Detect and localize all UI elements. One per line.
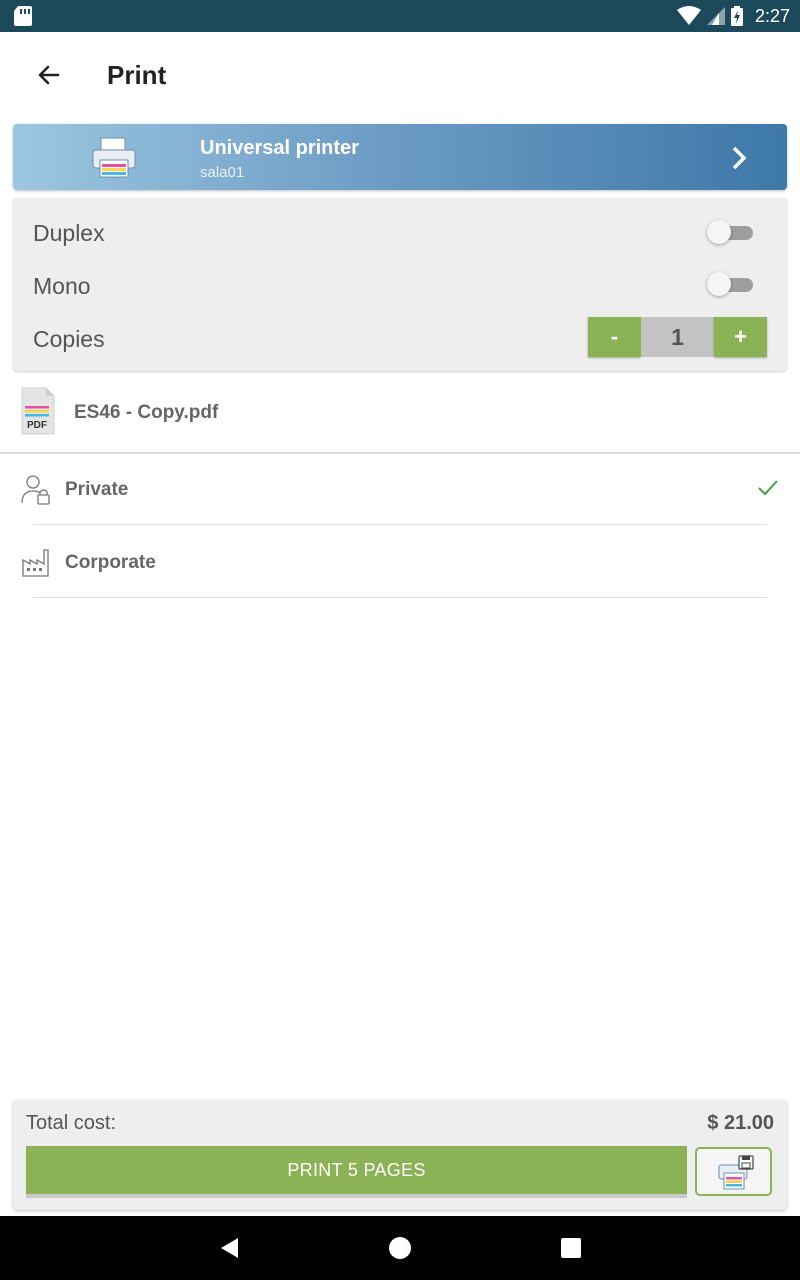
copies-label: Copies xyxy=(33,326,105,352)
pdf-file-icon: PDF xyxy=(21,387,55,435)
printer-save-icon xyxy=(718,1155,754,1190)
nav-recents-icon[interactable] xyxy=(559,1236,583,1260)
account-item-private[interactable]: Private xyxy=(0,453,800,525)
nav-back-icon[interactable] xyxy=(218,1236,242,1260)
duplex-toggle[interactable] xyxy=(707,219,755,245)
private-user-icon xyxy=(21,475,50,505)
total-cost-label: Total cost: xyxy=(26,1112,117,1134)
file-row: PDF ES46 - Copy.pdf xyxy=(0,380,800,454)
mono-label: Mono xyxy=(33,273,91,299)
file-name: ES46 - Copy.pdf xyxy=(74,402,219,423)
printer-icon xyxy=(92,137,136,178)
clock: 2:27 xyxy=(754,5,790,26)
total-cost-value: $ 21.00 xyxy=(707,1112,774,1134)
signal-icon xyxy=(706,7,725,25)
page-title: Print xyxy=(107,60,167,90)
factory-icon xyxy=(22,549,49,577)
printer-selector[interactable]: Universal printer sala01 xyxy=(13,124,787,190)
check-icon xyxy=(758,480,778,496)
account-item-corporate[interactable]: Corporate xyxy=(0,526,800,598)
duplex-label: Duplex xyxy=(33,220,105,246)
print-settings-button[interactable] xyxy=(695,1147,772,1196)
copies-stepper: - 1 + xyxy=(588,317,767,357)
chevron-right-icon xyxy=(732,146,747,170)
app-bar: Print xyxy=(0,32,800,120)
nav-home-icon[interactable] xyxy=(388,1236,412,1260)
system-nav-bar xyxy=(0,1216,800,1280)
cost-summary: Total cost: $ 21.00 PRINT 5 PAGES xyxy=(13,1100,787,1210)
account-name: Corporate xyxy=(65,552,156,573)
battery-icon xyxy=(730,6,743,26)
wifi-icon xyxy=(676,6,701,25)
back-arrow-icon[interactable] xyxy=(30,58,66,94)
status-bar: 2:27 xyxy=(0,0,800,32)
account-name: Private xyxy=(65,479,129,500)
printer-name: Universal printer xyxy=(200,137,359,159)
divider xyxy=(33,597,767,598)
mono-toggle[interactable] xyxy=(707,271,755,297)
pdf-icon-label: PDF xyxy=(27,420,47,431)
divider xyxy=(33,524,767,525)
print-options: Duplex Mono Copies - 1 + xyxy=(13,198,787,371)
decrement-button[interactable]: - xyxy=(588,317,641,357)
print-button[interactable]: PRINT 5 PAGES xyxy=(26,1146,687,1198)
increment-button[interactable]: + xyxy=(714,317,767,357)
copies-value: 1 xyxy=(641,317,714,357)
printer-location: sala01 xyxy=(200,164,245,181)
sd-card-icon xyxy=(14,6,32,26)
